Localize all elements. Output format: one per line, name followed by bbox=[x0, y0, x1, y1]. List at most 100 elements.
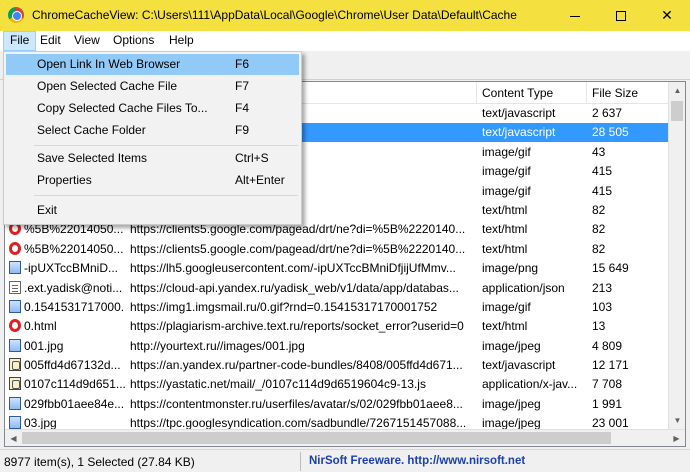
cell-url: http://yourtext.ru//images/001.jpg bbox=[130, 338, 305, 353]
menu-divider bbox=[34, 195, 298, 196]
menu-item-shortcut: F9 bbox=[235, 123, 250, 137]
maximize-button[interactable] bbox=[598, 0, 644, 31]
cell-url: https://cloud-api.yandex.ru/yadisk_web/v… bbox=[130, 280, 459, 295]
cell-content-type: text/html bbox=[482, 202, 528, 217]
cell-content-type: text/javascript bbox=[482, 125, 556, 140]
close-button[interactable]: ✕ bbox=[644, 0, 690, 31]
chrome-cache-view-app-icon bbox=[8, 7, 24, 23]
opera-icon bbox=[9, 319, 21, 333]
scroll-right-arrow-icon[interactable]: ▶ bbox=[668, 430, 685, 446]
cell-filename: -ipUXTccBMniD... bbox=[5, 259, 125, 278]
menu-item-copy-files[interactable]: Copy Selected Cache Files To... F4 bbox=[6, 98, 299, 119]
cell-filename: 0107c114d9d651... bbox=[5, 375, 125, 394]
cell-file-size: 2 637 bbox=[592, 106, 623, 120]
cell-file-size: 103 bbox=[592, 299, 613, 314]
cell-content-type: image/gif bbox=[482, 299, 531, 314]
menu-edit[interactable]: Edit bbox=[34, 31, 67, 51]
cell-file-size: 15 649 bbox=[592, 261, 629, 276]
column-header-file-size[interactable]: File Size bbox=[587, 82, 671, 104]
script-icon bbox=[9, 377, 21, 391]
menu-item-save-selected[interactable]: Save Selected Items Ctrl+S bbox=[6, 148, 299, 169]
cell-content-type: application/json bbox=[482, 280, 565, 295]
menu-item-label: Exit bbox=[37, 203, 58, 217]
cell-url: https://lh5.googleusercontent.com/-ipUXT… bbox=[130, 261, 456, 276]
menu-item-properties[interactable]: Properties Alt+Enter bbox=[6, 170, 299, 191]
table-row[interactable]: 0.html https://plagiarism-archive.text.ru… bbox=[5, 317, 671, 336]
filename-text: 005ffd4d67132d... bbox=[24, 358, 121, 373]
vertical-scroll-thumb[interactable] bbox=[671, 101, 683, 121]
image-icon bbox=[9, 396, 21, 410]
cell-url: https://yastatic.net/mail/_/0107c114d9d6… bbox=[130, 377, 426, 392]
menu-item-shortcut: F4 bbox=[235, 101, 250, 115]
title-bar: ChromeCacheView: C:\Users\111\AppData\Lo… bbox=[0, 0, 690, 31]
menu-options[interactable]: Options bbox=[107, 31, 160, 51]
menu-view[interactable]: View bbox=[68, 31, 106, 51]
minimize-button[interactable] bbox=[552, 0, 598, 31]
cell-content-type: text/html bbox=[482, 319, 528, 334]
cell-file-size: 213 bbox=[592, 280, 613, 295]
cell-content-type: image/gif bbox=[482, 183, 531, 198]
cell-content-type: image/jpeg bbox=[482, 396, 541, 411]
cell-filename: 005ffd4d67132d... bbox=[5, 356, 125, 375]
status-separator bbox=[300, 452, 301, 471]
cell-content-type: image/jpeg bbox=[482, 338, 541, 353]
table-row[interactable]: %5B%22014050... https://clients5.google.c… bbox=[5, 240, 671, 259]
filename-text: 0.1541531717000... bbox=[24, 299, 125, 314]
cell-content-type: text/html bbox=[482, 222, 528, 237]
scroll-down-arrow-icon[interactable]: ▼ bbox=[669, 412, 685, 429]
cell-file-size: 415 bbox=[592, 164, 613, 179]
image-icon bbox=[9, 299, 21, 313]
menu-item-exit[interactable]: Exit bbox=[6, 200, 299, 221]
cell-filename: 029fbb01aee84e... bbox=[5, 395, 125, 414]
filename-text: 001.jpg bbox=[24, 338, 64, 353]
file-menu-dropdown: Open Link In Web Browser F6 Open Selecte… bbox=[3, 51, 302, 225]
nirsoft-link[interactable]: NirSoft Freeware. http://www.nirsoft.net bbox=[309, 455, 525, 467]
cell-content-type: text/javascript bbox=[482, 106, 556, 120]
menu-item-shortcut: Ctrl+S bbox=[235, 151, 269, 165]
cell-filename: .ext.yadisk@noti... bbox=[5, 279, 125, 298]
column-header-content-type[interactable]: Content Type bbox=[477, 82, 587, 104]
menu-item-label: Open Link In Web Browser bbox=[37, 57, 181, 71]
table-row[interactable]: 001.jpg http://yourtext.ru//images/001.jp… bbox=[5, 337, 671, 356]
image-icon bbox=[9, 416, 21, 430]
menu-bar: File Edit View Options Help bbox=[0, 31, 690, 51]
table-row[interactable]: 029fbb01aee84e... https://contentmonster.… bbox=[5, 395, 671, 414]
filename-text: 029fbb01aee84e... bbox=[24, 396, 125, 411]
image-icon bbox=[9, 338, 21, 352]
menu-file[interactable]: File bbox=[3, 31, 37, 51]
scroll-up-arrow-icon[interactable]: ▲ bbox=[669, 82, 685, 99]
menu-item-label: Properties bbox=[37, 173, 92, 187]
cell-url: https://plagiarism-archive.text.ru/repor… bbox=[130, 319, 464, 334]
vertical-scrollbar[interactable]: ▲ ▼ bbox=[668, 82, 685, 429]
cell-url: https://contentmonster.ru/userfiles/avat… bbox=[130, 396, 463, 411]
window-title: ChromeCacheView: C:\Users\111\AppData\Lo… bbox=[32, 8, 517, 22]
menu-item-label: Open Selected Cache File bbox=[37, 79, 178, 93]
minimize-icon bbox=[570, 15, 580, 17]
table-row[interactable]: -ipUXTccBMniD... https://lh5.googleuserco… bbox=[5, 259, 671, 278]
cell-file-size: 1 991 bbox=[592, 396, 623, 411]
scroll-left-arrow-icon[interactable]: ◀ bbox=[5, 430, 22, 446]
cell-url: https://img1.imgsmail.ru/0.gif?rnd=0.154… bbox=[130, 299, 438, 314]
table-row[interactable]: 0107c114d9d651... https://yastatic.net/ma… bbox=[5, 375, 671, 394]
menu-item-open-cache-file[interactable]: Open Selected Cache File F7 bbox=[6, 76, 299, 97]
menu-help[interactable]: Help bbox=[163, 31, 200, 51]
status-bar: 8977 item(s), 1 Selected (27.84 KB) NirS… bbox=[0, 449, 690, 472]
table-row[interactable]: .ext.yadisk@noti... https://cloud-api.yan… bbox=[5, 279, 671, 298]
cell-filename: %5B%22014050... bbox=[5, 240, 125, 259]
cell-file-size: 13 bbox=[592, 319, 606, 334]
cell-content-type: text/html bbox=[482, 241, 528, 256]
cell-content-type: image/gif bbox=[482, 144, 531, 159]
menu-item-select-cache-folder[interactable]: Select Cache Folder F9 bbox=[6, 120, 299, 141]
maximize-icon bbox=[616, 11, 626, 22]
table-row[interactable]: 0.1541531717000... https://img1.imgsmail.… bbox=[5, 298, 671, 317]
horizontal-scroll-thumb[interactable] bbox=[22, 432, 611, 444]
table-row[interactable]: 005ffd4d67132d... https://an.yandex.ru/pa… bbox=[5, 356, 671, 375]
filename-text: 0107c114d9d651... bbox=[24, 377, 125, 392]
cell-file-size: 4 809 bbox=[592, 338, 623, 353]
menu-item-shortcut: F6 bbox=[235, 57, 250, 71]
menu-item-open-link[interactable]: Open Link In Web Browser F6 bbox=[6, 54, 299, 75]
cell-url: https://clients5.google.com/pagead/drt/n… bbox=[130, 241, 466, 256]
cell-file-size: 82 bbox=[592, 241, 606, 256]
cell-file-size: 415 bbox=[592, 183, 613, 198]
horizontal-scrollbar[interactable]: ◀ ▶ bbox=[5, 429, 685, 446]
